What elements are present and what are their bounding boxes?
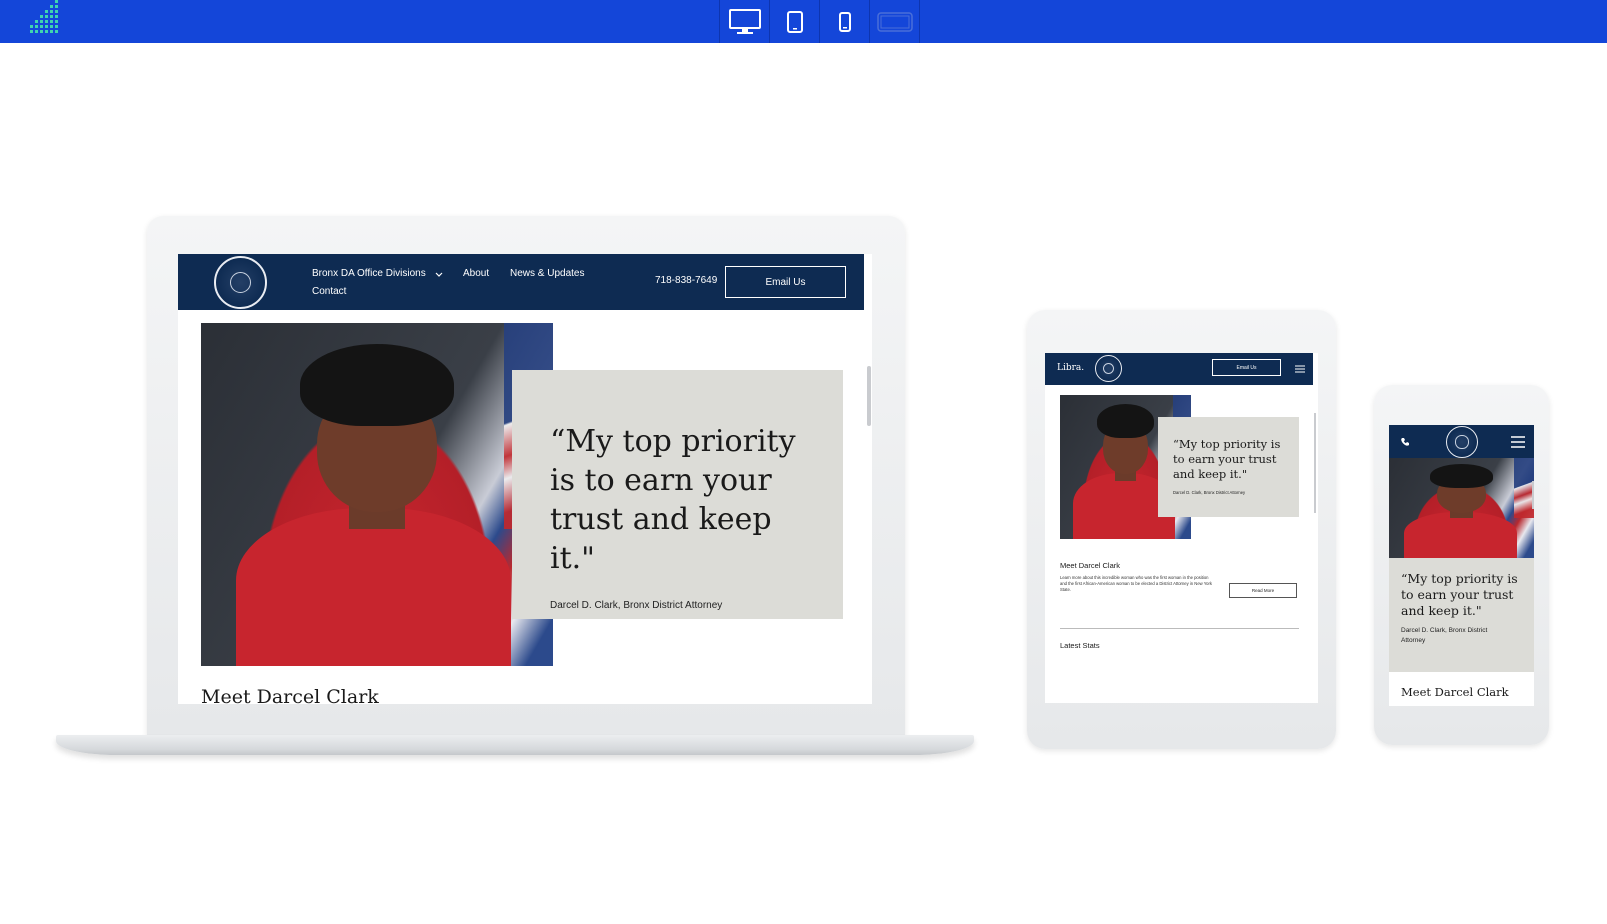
darcel-clark-photo bbox=[201, 323, 553, 666]
email-us-button[interactable]: Email Us bbox=[725, 266, 846, 298]
nav-about-link[interactable]: About bbox=[463, 268, 489, 279]
desktop-icon bbox=[728, 8, 761, 34]
nav-divisions-link[interactable]: Bronx DA Office Divisions bbox=[312, 268, 426, 279]
tablet-quote-box: “My top priority is to earn your trust a… bbox=[1158, 417, 1299, 517]
chevron-down-icon bbox=[435, 272, 443, 277]
tablet-meet-text: Learn more about this incredible woman w… bbox=[1060, 575, 1212, 592]
tablet-screen: Libra. Email Us “My top priority is to e… bbox=[1045, 353, 1318, 703]
tablet-icon bbox=[786, 10, 803, 33]
app-logo-icon[interactable] bbox=[28, 0, 62, 38]
tablet-navbar: Libra. Email Us bbox=[1045, 353, 1313, 385]
phone-scrollbar[interactable] bbox=[1532, 481, 1534, 509]
laptop-scrollbar[interactable] bbox=[867, 366, 871, 426]
top-toolbar bbox=[0, 0, 1607, 43]
tablet-seal-logo[interactable] bbox=[1095, 355, 1122, 382]
phone-navbar bbox=[1389, 425, 1534, 458]
meet-darcel-heading: Meet Darcel Clark bbox=[201, 686, 379, 704]
tablet-hero-attribution: Darcel D. Clark, Bronx District Attorney bbox=[1173, 490, 1246, 495]
tablet-read-more-button[interactable]: Read More bbox=[1229, 583, 1297, 598]
landscape-view-button[interactable] bbox=[870, 0, 920, 43]
device-switcher bbox=[719, 0, 920, 43]
desktop-view-button[interactable] bbox=[720, 0, 770, 43]
phone-hero-attribution: Darcel D. Clark, Bronx District Attorney bbox=[1401, 627, 1488, 644]
tablet-hero-quote: “My top priority is to earn your trust a… bbox=[1173, 437, 1281, 481]
phone-seal-logo[interactable] bbox=[1446, 426, 1478, 458]
phone-icon[interactable] bbox=[1400, 437, 1410, 447]
tablet-brand[interactable]: Libra. bbox=[1057, 363, 1084, 373]
hamburger-menu-icon[interactable] bbox=[1295, 365, 1305, 373]
laptop-base bbox=[56, 735, 974, 755]
phone-hero-photo bbox=[1389, 458, 1534, 558]
nav-news-link[interactable]: News & Updates bbox=[510, 268, 584, 279]
hero-attribution: Darcel D. Clark, Bronx District Attorney bbox=[550, 600, 723, 611]
laptop-seal-logo[interactable] bbox=[214, 256, 267, 309]
hero-quote: “My top priority is to earn your trust a… bbox=[550, 424, 796, 576]
phone-meet-heading: Meet Darcel Clark bbox=[1401, 685, 1509, 699]
phone-screen: “My top priority is to earn your trust a… bbox=[1389, 425, 1534, 706]
laptop-navbar: Bronx DA Office Divisions About News & U… bbox=[178, 254, 864, 310]
laptop-screen: Bronx DA Office Divisions About News & U… bbox=[178, 254, 872, 704]
hamburger-menu-icon[interactable] bbox=[1511, 436, 1525, 448]
tablet-view-button[interactable] bbox=[770, 0, 820, 43]
landscape-icon bbox=[876, 11, 913, 32]
tablet-scrollbar[interactable] bbox=[1314, 413, 1316, 513]
nav-phone-link[interactable]: 718-838-7649 bbox=[655, 275, 717, 286]
hero-quote-box: “My top priority is to earn your trust a… bbox=[512, 370, 843, 619]
phone-hero-quote: “My top priority is to earn your trust a… bbox=[1401, 571, 1518, 618]
tablet-divider bbox=[1060, 628, 1299, 629]
nav-contact-link[interactable]: Contact bbox=[312, 286, 346, 297]
tablet-email-button[interactable]: Email Us bbox=[1212, 359, 1281, 376]
phone-quote-box: “My top priority is to earn your trust a… bbox=[1389, 558, 1534, 672]
tablet-meet-title: Meet Darcel Clark bbox=[1060, 561, 1121, 570]
mobile-icon bbox=[838, 11, 851, 32]
mobile-view-button[interactable] bbox=[820, 0, 870, 43]
tablet-stats-title: Latest Stats bbox=[1060, 641, 1100, 650]
